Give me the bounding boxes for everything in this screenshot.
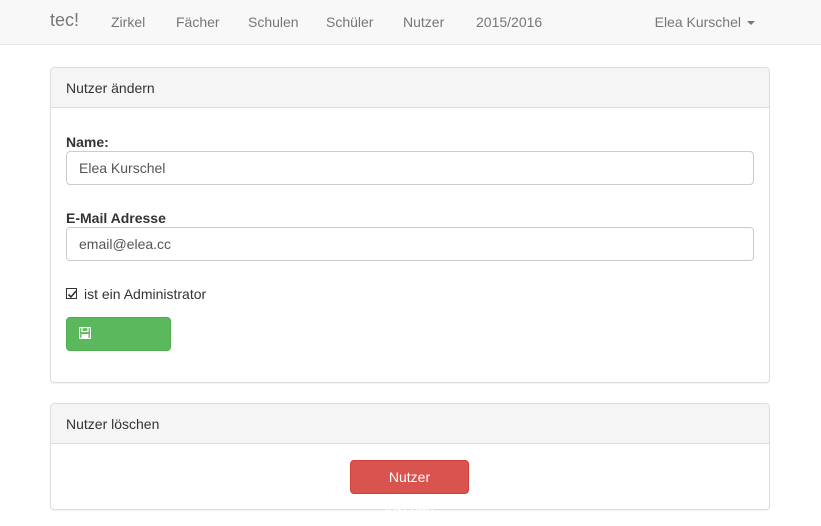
floppy-disk-icon [78,318,92,350]
admin-label: ist ein Administrator [84,286,207,302]
navbar: tec! Zirkel Fächer Schulen Schüler Nutze… [0,0,821,45]
email-label: E-Mail Adresse [66,210,166,226]
nav-item-nutzer[interactable]: Nutzer [403,14,444,30]
delete-panel-body: Nutzer löschen [51,444,769,517]
edit-panel-body: Name: E-Mail Adresse ist ein Administrat… [51,108,769,375]
user-name: Elea Kurschel [654,14,741,30]
admin-checkbox[interactable] [66,287,77,299]
delete-panel-title: Nutzer löschen [51,404,769,444]
delete-user-button[interactable]: Nutzer löschen [350,460,469,517]
nav-item-year[interactable]: 2015/2016 [476,14,542,30]
name-input[interactable] [66,151,754,185]
edit-panel-title: Nutzer ändern [51,68,769,108]
admin-checkbox-row[interactable]: ist ein Administrator [66,286,206,302]
delete-user-panel: Nutzer löschen Nutzer löschen [50,403,770,517]
brand-logo[interactable]: tec! [50,10,79,31]
edit-user-panel: Nutzer ändern Name: E-Mail Adresse ist e… [50,67,770,383]
nav-item-schulen[interactable]: Schulen [248,14,299,30]
caret-down-icon [747,21,755,26]
email-input[interactable] [66,227,754,261]
save-label: Speichern [79,359,143,376]
nav-item-faecher[interactable]: Fächer [176,14,220,30]
nav-item-schueler[interactable]: Schüler [326,14,373,30]
save-button[interactable]: Speichern [66,317,171,375]
user-menu[interactable]: Elea Kurschel [655,14,755,30]
nav-item-zirkel[interactable]: Zirkel [111,14,145,30]
checkmark-icon [67,290,77,298]
name-label: Name: [66,134,109,150]
